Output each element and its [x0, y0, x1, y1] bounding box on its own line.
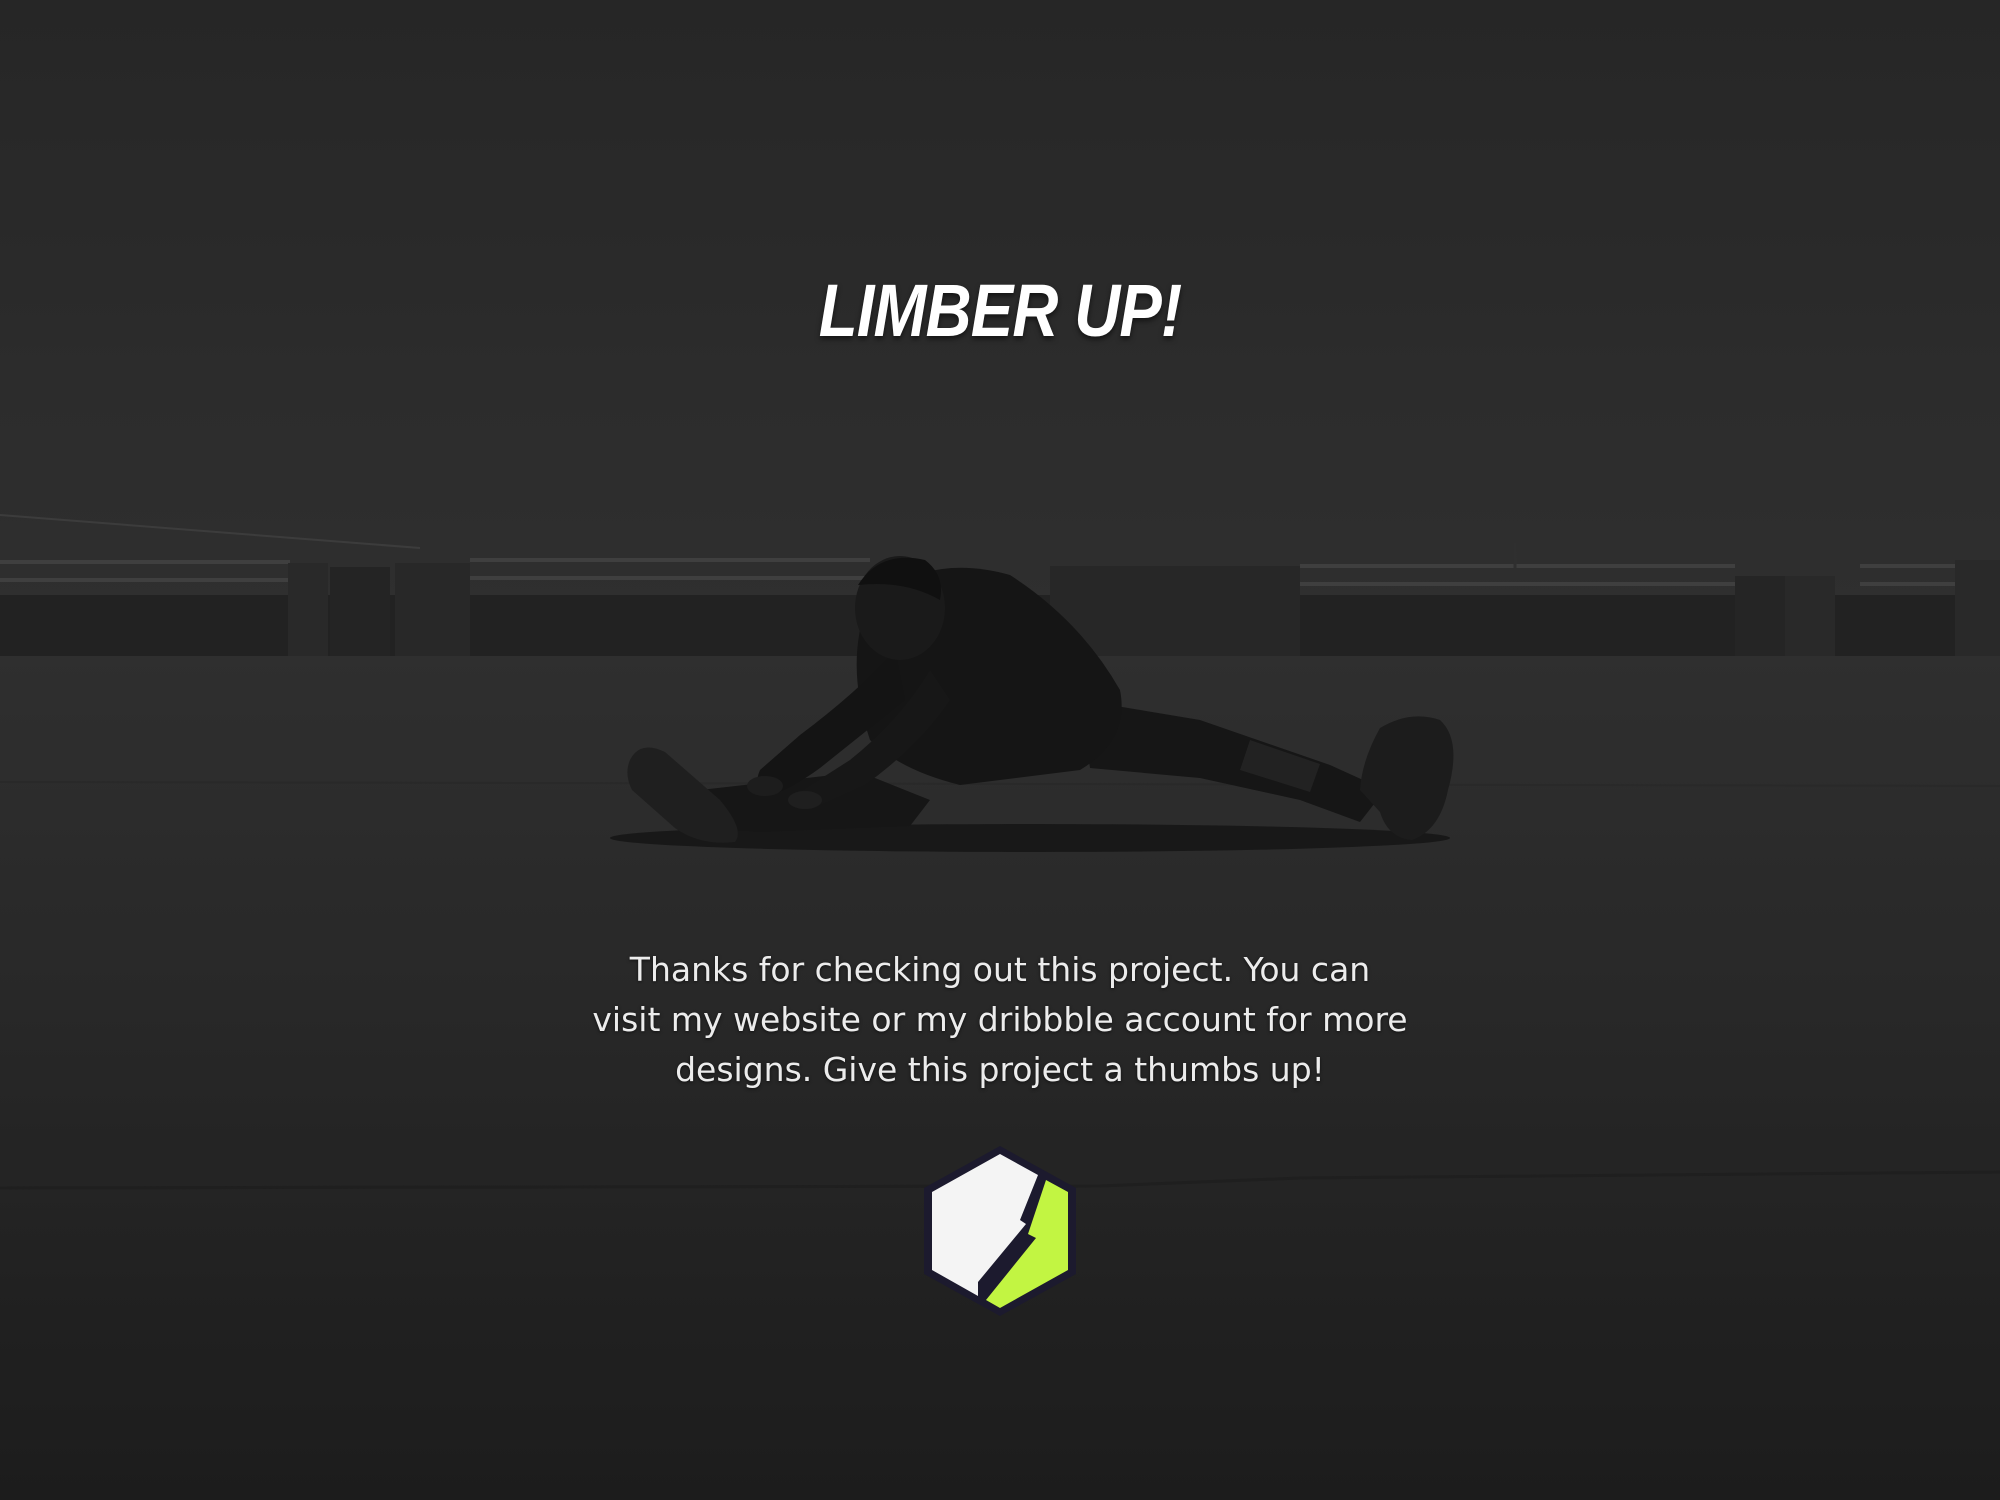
thank-you-message: Thanks for checking out this project. Yo… [560, 945, 1440, 1095]
closing-slide: LIMBER UP! Thanks for checking out this … [0, 0, 2000, 1500]
page-title: LIMBER UP! [818, 269, 1182, 352]
message-line: visit my website or my dribbble account … [592, 1000, 1408, 1039]
lightning-hexagon-logo-icon [924, 1146, 1076, 1316]
message-line: Thanks for checking out this project. Yo… [629, 950, 1371, 989]
message-line: designs. Give this project a thumbs up! [675, 1050, 1325, 1089]
